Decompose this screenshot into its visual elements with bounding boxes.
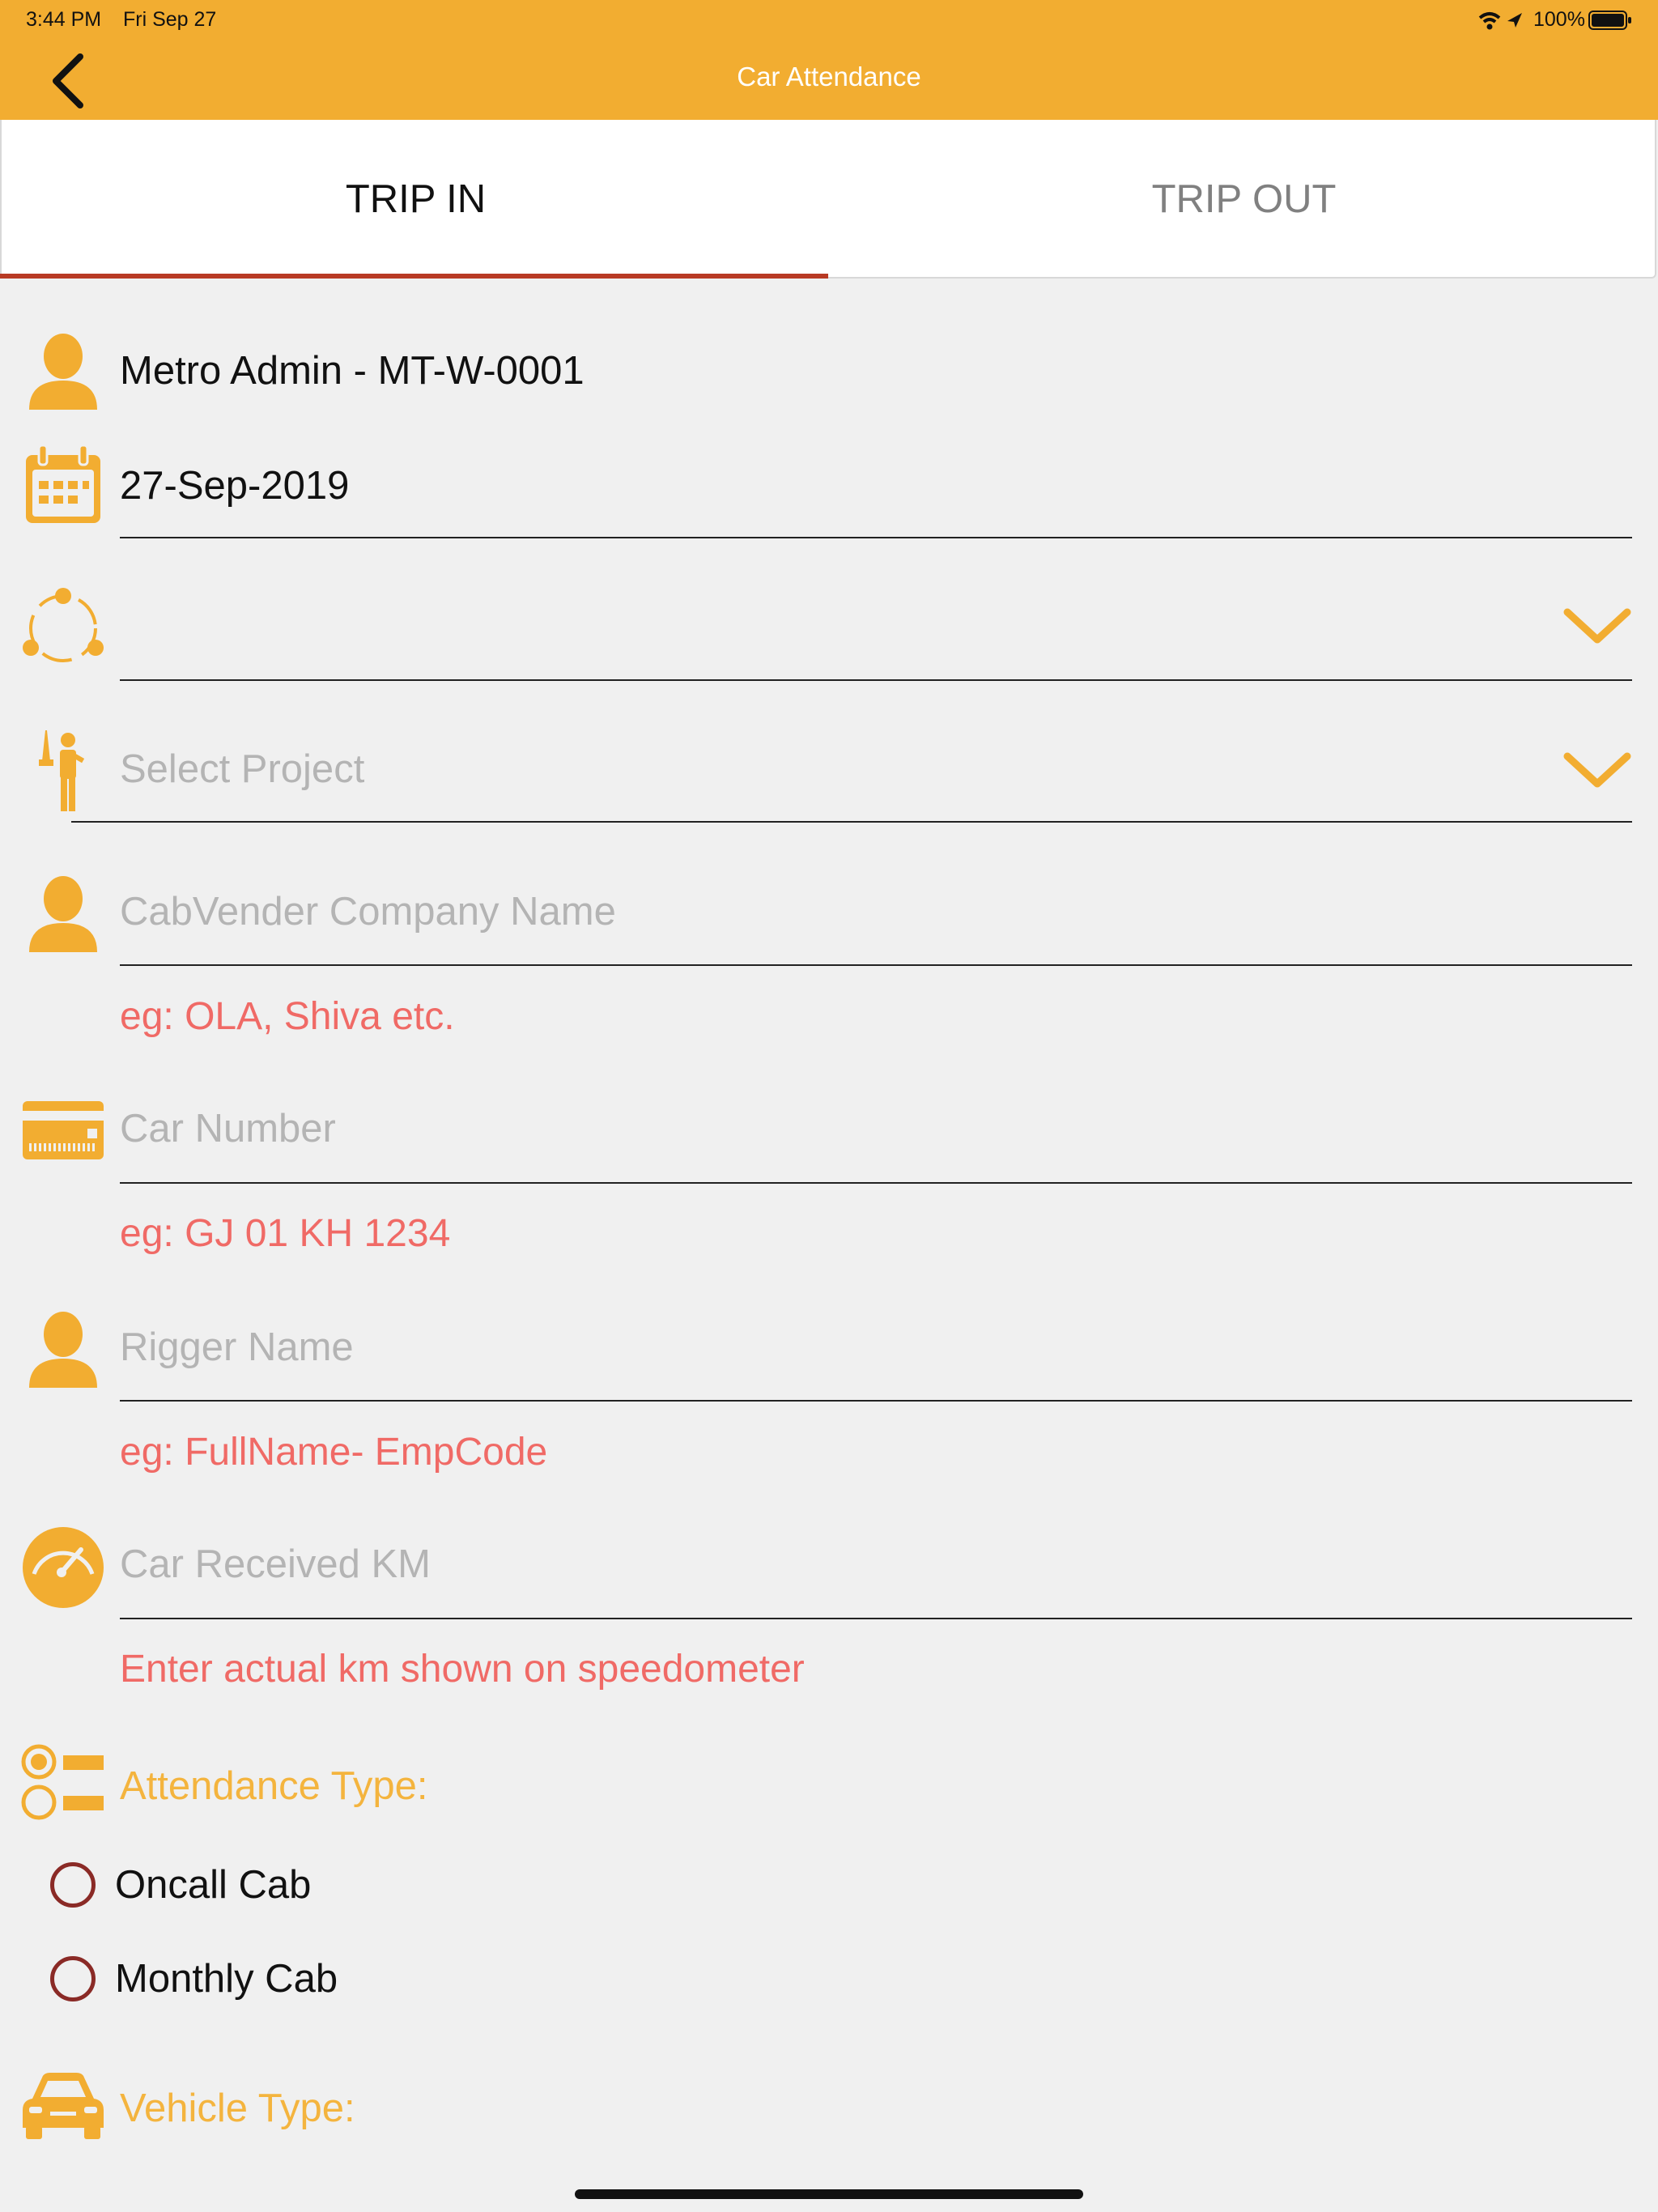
tab-trip-out[interactable]: TRIP OUT [830,120,1658,279]
car-number-hint: eg: GJ 01 KH 1234 [120,1212,451,1255]
car-icon [23,2073,104,2139]
vendor-input[interactable]: CabVender Company Name [120,889,616,934]
group-icon [23,588,104,662]
date-underline [120,537,1632,538]
speedometer-icon [23,1527,104,1608]
vendor-underline [120,964,1632,966]
battery-icon [1588,11,1631,30]
project-select[interactable]: Select Project [120,747,364,792]
oncall-cab-label[interactable]: Oncall Cab [115,1862,311,1908]
group-dropdown[interactable] [120,599,1537,664]
km-input[interactable]: Car Received KM [120,1542,431,1587]
monthly-cab-radio[interactable] [50,1956,96,2001]
user-icon [29,876,97,952]
vehicle-type-label: Vehicle Type: [120,2087,355,2130]
monthly-cab-label[interactable]: Monthly Cab [115,1956,338,2001]
attendance-type-label: Attendance Type: [120,1764,428,1808]
card-icon [23,1101,104,1159]
user-name: Metro Admin - MT-W-0001 [120,349,585,393]
calendar-icon [26,444,100,523]
chevron-down-icon[interactable] [1562,748,1632,793]
project-underline [71,821,1632,823]
group-underline [120,679,1632,681]
rigger-hint: eg: FullName- EmpCode [120,1431,548,1474]
oncall-cab-radio[interactable] [50,1862,96,1908]
status-time: 3:44 PM [26,8,102,31]
vendor-hint: eg: OLA, Shiva etc. [120,995,455,1038]
battery-percent: 100% [1533,8,1585,31]
user-icon [29,334,97,410]
selected-tab-indicator [0,274,828,279]
page-title: Car Attendance [737,62,921,91]
km-underline [120,1618,1632,1619]
tab-trip-in[interactable]: TRIP IN [2,120,830,279]
radio-list-icon [21,1744,104,1820]
rigger-input[interactable]: Rigger Name [120,1325,354,1370]
top-bar [0,0,1658,120]
project-person-icon [39,730,85,811]
tab-bar: TRIP IN TRIP OUT [0,120,1656,279]
car-number-underline [120,1182,1632,1184]
chevron-down-icon[interactable] [1562,604,1632,649]
wifi-icon [1478,12,1522,30]
km-hint: Enter actual km shown on speedometer [120,1648,805,1691]
date-field[interactable]: 27-Sep-2019 [120,463,349,508]
user-icon [29,1312,97,1388]
home-indicator [575,2189,1083,2199]
rigger-underline [120,1400,1632,1402]
car-number-input[interactable]: Car Number [120,1106,336,1151]
status-date: Fri Sep 27 [123,8,217,31]
